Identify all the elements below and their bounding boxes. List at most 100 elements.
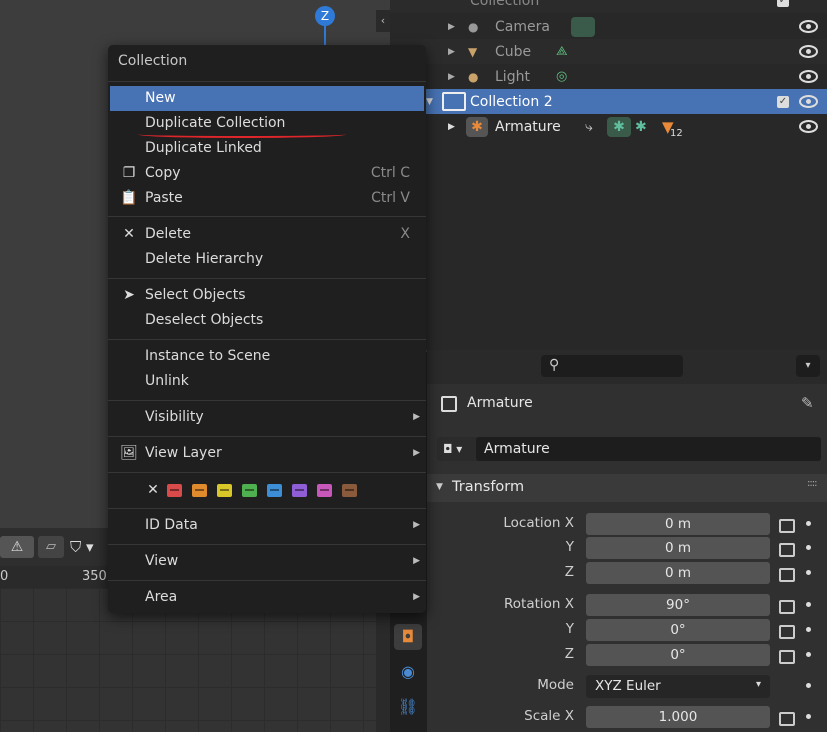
menu-item-view-layer[interactable]: 🖼 View Layer ▶ bbox=[108, 441, 426, 466]
menu-item-area[interactable]: Area ▶ bbox=[108, 585, 426, 610]
menu-item-delete[interactable]: ✕ Delete X bbox=[108, 222, 426, 247]
menu-item-id-data[interactable]: ID Data ▶ bbox=[108, 513, 426, 538]
keyframe-dot[interactable] bbox=[806, 652, 811, 657]
color-tag-green[interactable] bbox=[242, 484, 257, 497]
keyframe-dot[interactable] bbox=[806, 602, 811, 607]
lock-icon[interactable] bbox=[779, 600, 795, 614]
location-z-label: Z bbox=[564, 564, 574, 580]
outliner: Collection ✓ ▶ ● Camera ▶ ▼ Cube ⟁ ▶ ● L… bbox=[390, 0, 827, 350]
camera-data-icon[interactable] bbox=[571, 16, 595, 37]
mode-dropdown[interactable]: XYZ Euler ▾ bbox=[586, 675, 770, 698]
lock-icon[interactable] bbox=[779, 519, 795, 533]
lock-icon[interactable] bbox=[779, 543, 795, 557]
pin-icon[interactable]: ✎ bbox=[801, 394, 814, 412]
outliner-row-armature[interactable]: ▶ ✱ Armature ⤷ ✱ ✱ ▼ 12 bbox=[390, 114, 827, 139]
menu-item-visibility[interactable]: Visibility ▶ bbox=[108, 405, 426, 430]
keyframe-dot[interactable] bbox=[806, 521, 811, 526]
submenu-arrow-icon: ▶ bbox=[413, 520, 420, 530]
color-tag-pink[interactable] bbox=[317, 484, 332, 497]
eye-icon[interactable] bbox=[799, 120, 818, 133]
location-x-field[interactable]: 0 m bbox=[586, 513, 770, 535]
options-dropdown-icon[interactable]: ▾ bbox=[796, 355, 820, 377]
menu-item-unlink[interactable]: Unlink bbox=[108, 369, 426, 394]
rotation-y-field[interactable]: 0° bbox=[586, 619, 770, 641]
keyframe-dot[interactable] bbox=[806, 714, 811, 719]
menu-separator bbox=[108, 472, 426, 473]
light-data-icon[interactable]: ◎ bbox=[556, 69, 567, 84]
outliner-row-camera[interactable]: ▶ ● Camera bbox=[390, 14, 827, 39]
color-tag-blue[interactable] bbox=[267, 484, 282, 497]
color-tag-brown[interactable] bbox=[342, 484, 357, 497]
color-tag-red[interactable] bbox=[167, 484, 182, 497]
color-tag-violet[interactable] bbox=[292, 484, 307, 497]
mesh-data-icon[interactable]: ⟁ bbox=[556, 44, 568, 59]
search-input[interactable]: ⚲ bbox=[541, 355, 683, 377]
rotation-z-field[interactable]: 0° bbox=[586, 644, 770, 666]
keyframe-dot[interactable] bbox=[806, 570, 811, 575]
physics-tab-icon[interactable]: ◉ bbox=[394, 659, 422, 685]
location-z-field[interactable]: 0 m bbox=[586, 562, 770, 584]
paste-icon: 📋 bbox=[120, 190, 138, 206]
keyframe-dot[interactable] bbox=[806, 627, 811, 632]
expand-icon[interactable]: ▶ bbox=[448, 122, 455, 132]
submenu-arrow-icon: ▶ bbox=[413, 448, 420, 458]
lock-icon[interactable] bbox=[779, 625, 795, 639]
menu-item-new[interactable]: New bbox=[110, 86, 424, 111]
properties-header: ⚲ ▾ bbox=[427, 350, 827, 384]
transform-panel-header[interactable]: ▼ Transform :::: bbox=[427, 474, 827, 502]
lock-icon[interactable] bbox=[779, 568, 795, 582]
mode-label: Mode bbox=[537, 677, 574, 693]
keyframe-dot[interactable] bbox=[806, 545, 811, 550]
sidebar-toggle-icon[interactable]: ‹ bbox=[376, 10, 390, 32]
object-selector[interactable]: ◘ ▾ bbox=[437, 437, 481, 461]
drag-handle-icon[interactable]: :::: bbox=[807, 478, 818, 489]
expand-icon[interactable]: ▶ bbox=[448, 22, 455, 32]
armature-data-icon[interactable]: ✱ bbox=[607, 116, 631, 137]
menu-item-select-objects[interactable]: ➤ Select Objects bbox=[108, 283, 426, 308]
menu-item-view[interactable]: View ▶ bbox=[108, 549, 426, 574]
checkbox-icon[interactable]: ✓ bbox=[777, 0, 789, 7]
menu-item-copy[interactable]: ❐ Copy Ctrl C bbox=[108, 161, 426, 186]
gizmo-z-axis[interactable]: Z bbox=[315, 6, 335, 26]
camera-icon: ● bbox=[468, 19, 479, 34]
warning-icon[interactable]: ⚠ bbox=[0, 536, 34, 558]
color-tag-yellow[interactable] bbox=[217, 484, 232, 497]
rotation-x-field[interactable]: 90° bbox=[586, 594, 770, 616]
lock-icon[interactable] bbox=[779, 650, 795, 664]
menu-item-deselect-objects[interactable]: Deselect Objects bbox=[108, 308, 426, 333]
pose-icon[interactable]: ⤷ bbox=[585, 119, 593, 135]
outliner-row-cube[interactable]: ▶ ▼ Cube ⟁ bbox=[390, 39, 827, 64]
menu-item-instance-to-scene[interactable]: Instance to Scene bbox=[108, 344, 426, 369]
menu-item-duplicate-linked[interactable]: Duplicate Linked bbox=[108, 136, 426, 161]
object-name-field[interactable]: Armature bbox=[476, 437, 821, 461]
eye-icon[interactable] bbox=[799, 70, 818, 83]
scale-x-field[interactable]: 1.000 bbox=[586, 706, 770, 728]
eye-icon[interactable] bbox=[799, 20, 818, 33]
lock-icon[interactable] bbox=[779, 712, 795, 726]
eye-icon[interactable] bbox=[799, 95, 818, 108]
menu-item-paste[interactable]: 📋 Paste Ctrl V bbox=[108, 186, 426, 211]
menu-separator bbox=[108, 508, 426, 509]
bone-icon[interactable]: ✱ bbox=[635, 119, 647, 135]
constraint-tab-icon[interactable]: ⛓ bbox=[394, 694, 422, 720]
clear-color-tag-icon[interactable]: ✕ bbox=[144, 478, 162, 503]
checkbox-icon[interactable]: ✓ bbox=[777, 95, 789, 108]
object-tab-icon[interactable]: ◘ bbox=[394, 624, 422, 650]
location-y-field[interactable]: 0 m bbox=[586, 537, 770, 559]
filter-icon[interactable]: ⛉ ▾ bbox=[70, 536, 110, 558]
menu-item-delete-hierarchy[interactable]: Delete Hierarchy bbox=[108, 247, 426, 272]
eye-icon[interactable] bbox=[799, 45, 818, 58]
rotation-x-label: Rotation X bbox=[504, 596, 574, 612]
graph-icon[interactable]: ▱ bbox=[38, 536, 64, 558]
keyframe-dot[interactable] bbox=[806, 683, 811, 688]
outliner-row-collection[interactable]: Collection ✓ bbox=[390, 0, 827, 13]
object-name: Armature bbox=[467, 395, 533, 411]
collapse-icon[interactable]: ▼ bbox=[426, 97, 433, 107]
outliner-row-light[interactable]: ▶ ● Light ◎ bbox=[390, 64, 827, 89]
color-tag-orange[interactable] bbox=[192, 484, 207, 497]
menu-separator bbox=[108, 81, 426, 82]
expand-icon[interactable]: ▶ bbox=[448, 47, 455, 57]
outliner-row-collection-2[interactable]: ▼ Collection 2 ✓ bbox=[390, 89, 827, 114]
gizmo-axis-line bbox=[324, 26, 326, 46]
expand-icon[interactable]: ▶ bbox=[448, 72, 455, 82]
